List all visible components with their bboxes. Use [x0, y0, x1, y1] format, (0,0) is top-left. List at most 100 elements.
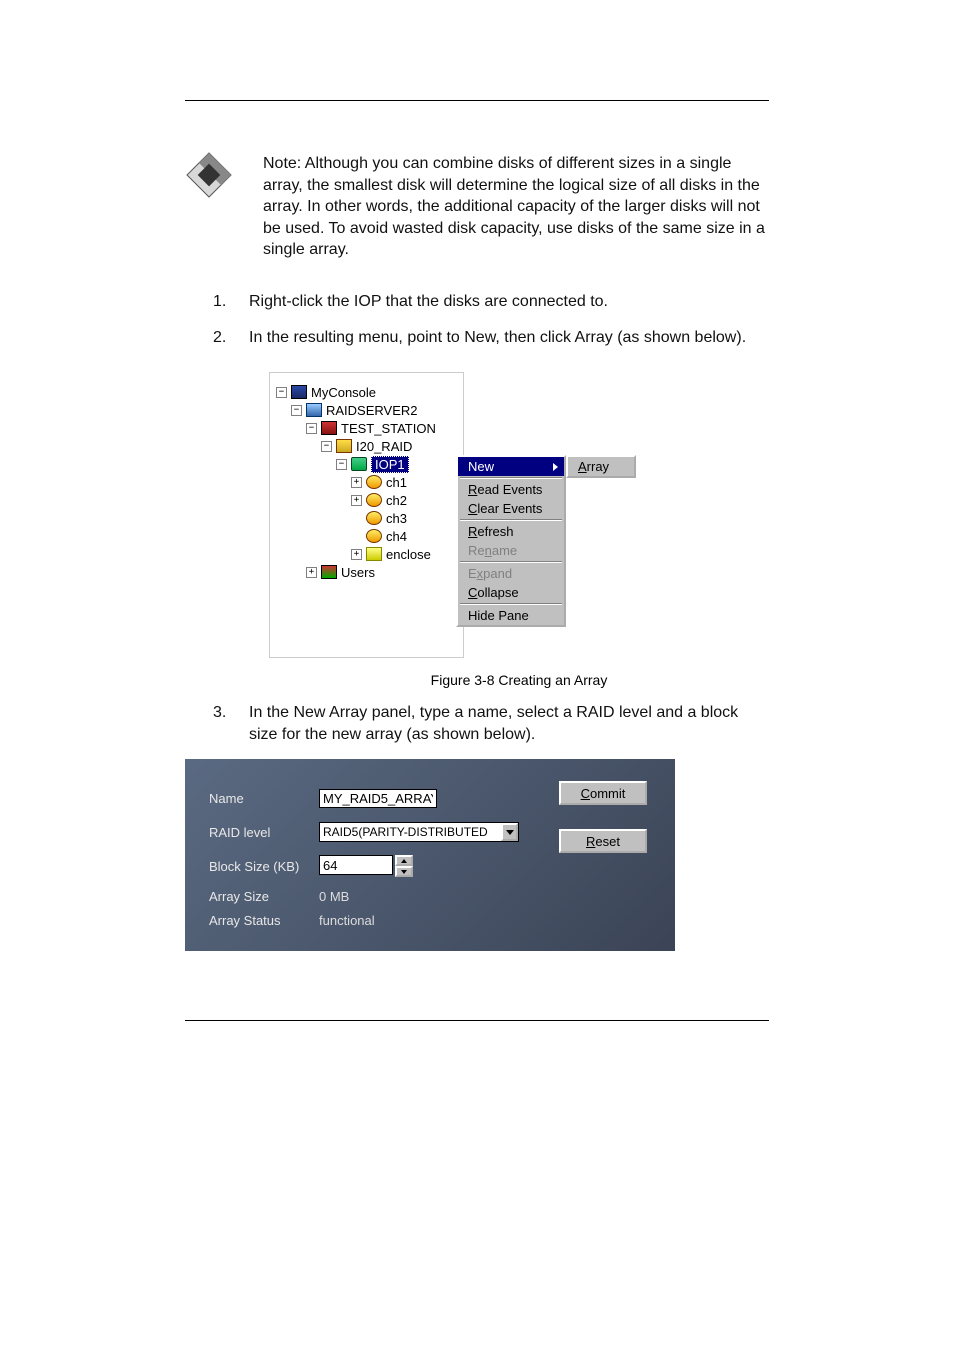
menu-separator [460, 519, 562, 521]
iop-icon [351, 457, 367, 471]
collapse-toggle[interactable]: − [306, 423, 317, 434]
spinner-up-button[interactable] [395, 855, 413, 866]
button-label: eset [595, 834, 620, 849]
spinner-down-button[interactable] [395, 866, 413, 877]
tree-node-enclose[interactable]: enclose [386, 547, 431, 562]
menu-accel: A [578, 459, 587, 474]
new-array-dialog: Name RAID level RAID5(PARITY-DISTRIBUTED… [185, 759, 675, 951]
menu-label: ead Events [477, 482, 542, 497]
tree-node-ch2[interactable]: ch2 [386, 493, 407, 508]
name-input[interactable] [319, 789, 437, 808]
menu-separator [460, 561, 562, 563]
menu-label: New [468, 459, 494, 474]
button-accel: C [581, 786, 590, 801]
server-icon [306, 403, 322, 417]
tree-node-console[interactable]: MyConsole [311, 385, 376, 400]
array-status-label: Array Status [209, 913, 319, 928]
footer-rule [185, 1020, 769, 1021]
note-text: Note: Although you can combine disks of … [263, 151, 769, 261]
button-label: ommit [590, 786, 625, 801]
channel-icon [366, 493, 382, 507]
tree-view[interactable]: −MyConsole −RAIDSERVER2 −TEST_STATION −I… [269, 372, 464, 658]
menu-separator [460, 477, 562, 479]
menu-label: E [468, 566, 477, 581]
menu-accel: R [468, 482, 477, 497]
collapse-toggle[interactable]: − [291, 405, 302, 416]
tree-node-users[interactable]: Users [341, 565, 375, 580]
tree-node-ch1[interactable]: ch1 [386, 475, 407, 490]
menu-item-hide-pane[interactable]: Hide Pane [458, 606, 564, 625]
step-text: In the New Array panel, type a name, sel… [249, 702, 769, 745]
tree-node-server[interactable]: RAIDSERVER2 [326, 403, 418, 418]
step-text: Right-click the IOP that the disks are c… [249, 291, 769, 313]
tree-node-station[interactable]: TEST_STATION [341, 421, 436, 436]
enclosure-icon [366, 547, 382, 561]
step-number: 1. [213, 291, 235, 313]
collapse-toggle[interactable]: − [276, 387, 287, 398]
block-size-spinner[interactable] [319, 855, 413, 877]
raid-level-select[interactable]: RAID5(PARITY-DISTRIBUTED [319, 822, 519, 842]
step-number: 2. [213, 327, 235, 349]
channel-icon [366, 511, 382, 525]
menu-item-collapse[interactable]: Collapse [458, 583, 564, 602]
menu-item-read-events[interactable]: Read Events [458, 480, 564, 499]
expand-toggle[interactable]: + [306, 567, 317, 578]
tree-node-ch4[interactable]: ch4 [386, 529, 407, 544]
collapse-toggle[interactable]: − [321, 441, 332, 452]
raid-icon [336, 439, 352, 453]
block-size-label: Block Size (KB) [209, 859, 319, 874]
dropdown-button-icon[interactable] [501, 823, 518, 841]
menu-label: lear Events [477, 501, 542, 516]
header-rule [185, 100, 769, 101]
menu-label: Re [468, 543, 485, 558]
array-status-value: functional [319, 913, 375, 928]
submenu: Array [566, 455, 636, 478]
block-size-input[interactable] [319, 855, 393, 875]
step-text: In the resulting menu, point to New, the… [249, 327, 769, 349]
step-3: 3. In the New Array panel, type a name, … [185, 702, 769, 745]
menu-item-new[interactable]: New Array [458, 457, 564, 476]
menu-item-rename: Rename [458, 541, 564, 560]
expand-toggle[interactable]: + [351, 495, 362, 506]
tree-node-iop-selected[interactable]: IOP1 [371, 456, 409, 473]
menu-accel: n [485, 543, 492, 558]
note-block: Note: Although you can combine disks of … [185, 151, 769, 261]
note-icon [185, 151, 233, 199]
step-1: 1. Right-click the IOP that the disks ar… [185, 291, 769, 313]
menu-separator [460, 603, 562, 605]
commit-button[interactable]: Commit [559, 781, 647, 805]
menu-label: pand [483, 566, 512, 581]
channel-icon [366, 475, 382, 489]
menu-item-array[interactable]: Array [568, 457, 634, 476]
menu-label: ame [492, 543, 517, 558]
figure-1: −MyConsole −RAIDSERVER2 −TEST_STATION −I… [269, 372, 769, 688]
context-menu: New Array Read Events Clear Events Refre… [456, 455, 566, 627]
expand-toggle[interactable]: + [351, 549, 362, 560]
step-number: 3. [213, 702, 235, 745]
step-2: 2. In the resulting menu, point to New, … [185, 327, 769, 349]
tree-node-raid[interactable]: I20_RAID [356, 439, 412, 454]
users-icon [321, 565, 337, 579]
figure-caption: Figure 3-8 Creating an Array [269, 672, 769, 688]
collapse-toggle[interactable]: − [336, 459, 347, 470]
menu-label: rray [587, 459, 609, 474]
array-size-label: Array Size [209, 889, 319, 904]
menu-label: Hide Pane [468, 608, 529, 623]
name-label: Name [209, 791, 319, 806]
button-accel: R [586, 834, 595, 849]
menu-accel: R [468, 524, 477, 539]
menu-item-refresh[interactable]: Refresh [458, 522, 564, 541]
submenu-arrow-icon [553, 463, 558, 471]
menu-accel: C [468, 501, 477, 516]
station-icon [321, 421, 337, 435]
select-value: RAID5(PARITY-DISTRIBUTED [323, 825, 488, 839]
menu-label: ollapse [477, 585, 518, 600]
tree-node-ch3[interactable]: ch3 [386, 511, 407, 526]
expand-toggle[interactable]: + [351, 477, 362, 488]
menu-item-clear-events[interactable]: Clear Events [458, 499, 564, 518]
menu-accel: C [468, 585, 477, 600]
reset-button[interactable]: Reset [559, 829, 647, 853]
menu-label: efresh [477, 524, 513, 539]
console-icon [291, 385, 307, 399]
raid-level-label: RAID level [209, 825, 319, 840]
